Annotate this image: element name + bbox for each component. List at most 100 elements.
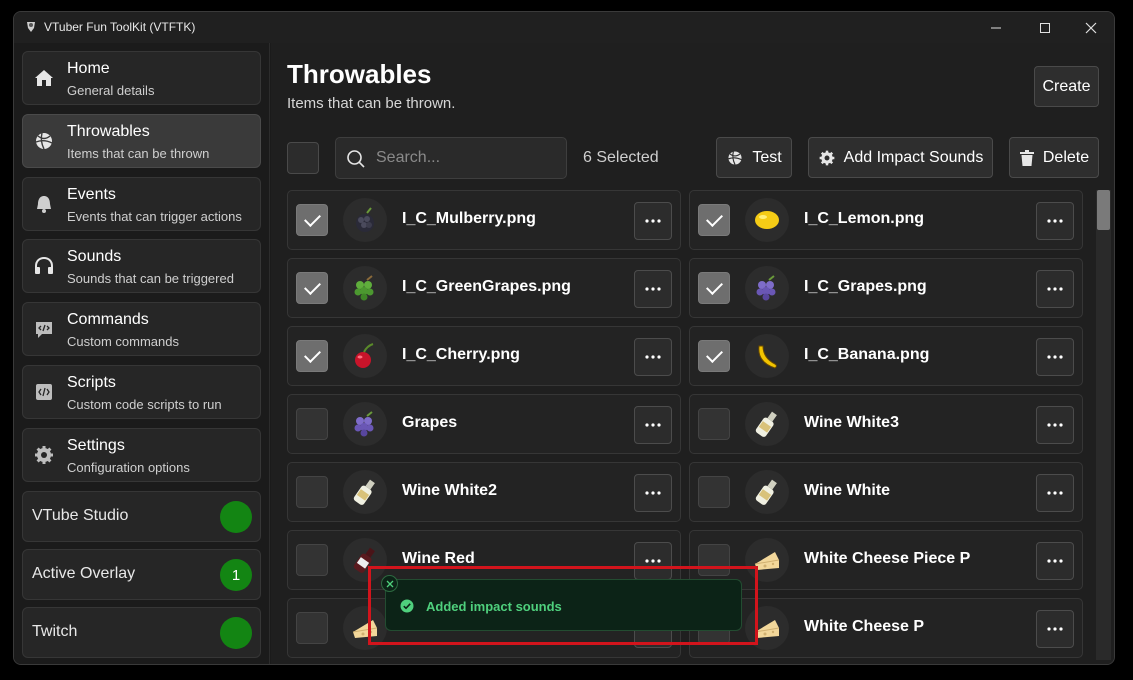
delete-button-label: Delete <box>1042 148 1090 166</box>
create-button[interactable]: Create <box>1034 66 1099 107</box>
more-options-button[interactable] <box>1036 202 1074 240</box>
item-thumbnail <box>745 470 789 514</box>
item-checkbox[interactable] <box>698 340 730 372</box>
close-window-button[interactable] <box>1068 12 1114 43</box>
throwable-card-wine-white3[interactable]: Wine White3 <box>689 394 1083 454</box>
window-title: VTuber Fun ToolKit (VTFTK) <box>44 20 196 34</box>
more-options-button[interactable] <box>1036 270 1074 308</box>
more-options-button[interactable] <box>1036 542 1074 580</box>
trash-icon <box>1019 149 1034 166</box>
headphones-icon <box>35 256 53 274</box>
item-checkbox[interactable] <box>698 204 730 236</box>
item-checkbox[interactable] <box>698 408 730 440</box>
sidebar-item-title: Throwables <box>67 123 150 140</box>
status-active-overlay[interactable]: Active Overlay 1 <box>22 549 261 600</box>
scrollbar[interactable] <box>1096 190 1111 660</box>
item-checkbox[interactable] <box>698 272 730 304</box>
sidebar-item-subtitle: General details <box>67 83 155 98</box>
scrollbar-thumb[interactable] <box>1097 190 1110 230</box>
item-checkbox[interactable] <box>296 544 328 576</box>
more-options-button[interactable] <box>634 270 672 308</box>
mulberry-icon <box>356 207 374 232</box>
item-thumbnail <box>745 402 789 446</box>
status-label: Active Overlay <box>32 565 136 582</box>
item-name: I_C_Grapes.png <box>804 278 927 295</box>
sidebar-item-scripts[interactable]: Scripts Custom code scripts to run <box>22 365 261 419</box>
sidebar-item-settings[interactable]: Settings Configuration options <box>22 428 261 482</box>
item-thumbnail <box>745 198 789 242</box>
wine-bottle-icon <box>353 479 375 505</box>
more-options-button[interactable] <box>1036 338 1074 376</box>
sidebar-item-subtitle: Items that can be thrown <box>67 146 210 161</box>
item-name: White Cheese P <box>804 618 925 635</box>
gear-icon <box>35 446 53 464</box>
more-options-button[interactable] <box>634 474 672 512</box>
search-icon <box>347 150 365 168</box>
sidebar-item-home[interactable]: Home General details <box>22 51 261 105</box>
item-checkbox[interactable] <box>296 204 328 236</box>
ellipsis-icon <box>1047 423 1063 427</box>
sidebar-item-subtitle: Sounds that can be triggered <box>67 271 234 286</box>
item-name: I_C_GreenGrapes.png <box>402 278 571 295</box>
status-vtube-studio[interactable]: VTube Studio <box>22 491 261 542</box>
item-name: Wine White2 <box>402 482 497 499</box>
minimize-button[interactable] <box>973 12 1019 43</box>
grapes-icon <box>756 275 776 301</box>
status-indicator <box>220 501 252 533</box>
ellipsis-icon <box>1047 219 1063 223</box>
item-checkbox[interactable] <box>296 408 328 440</box>
sidebar-item-sounds[interactable]: Sounds Sounds that can be triggered <box>22 239 261 293</box>
select-all-checkbox[interactable] <box>287 142 319 174</box>
status-label: Twitch <box>32 623 78 640</box>
throwable-card-grapes[interactable]: Grapes <box>287 394 681 454</box>
sidebar-item-title: Settings <box>67 437 125 454</box>
delete-button[interactable]: Delete <box>1009 137 1099 178</box>
title-bar: VTuber Fun ToolKit (VTFTK) <box>14 12 1114 43</box>
more-options-button[interactable] <box>1036 610 1074 648</box>
item-checkbox[interactable] <box>296 612 328 644</box>
throwable-card-i-c-banana-png[interactable]: I_C_Banana.png <box>689 326 1083 386</box>
cherry-icon <box>355 343 374 368</box>
throwable-card-i-c-mulberry-png[interactable]: I_C_Mulberry.png <box>287 190 681 250</box>
add-impact-sounds-label: Add Impact Sounds <box>843 148 984 166</box>
ellipsis-icon <box>645 355 661 359</box>
test-button-label: Test <box>752 148 782 166</box>
ellipsis-icon <box>645 287 661 291</box>
lemon-icon <box>755 211 779 229</box>
throwable-card-i-c-grapes-png[interactable]: I_C_Grapes.png <box>689 258 1083 318</box>
more-options-button[interactable] <box>634 406 672 444</box>
command-icon <box>36 322 52 338</box>
item-checkbox[interactable] <box>698 476 730 508</box>
item-name: Wine White3 <box>804 414 899 431</box>
status-twitch[interactable]: Twitch <box>22 607 261 658</box>
throwable-card-i-c-greengrapes-png[interactable]: I_C_GreenGrapes.png <box>287 258 681 318</box>
item-thumbnail <box>343 266 387 310</box>
throwable-card-wine-white2[interactable]: Wine White2 <box>287 462 681 522</box>
item-thumbnail <box>745 334 789 378</box>
sidebar-item-throwables[interactable]: Throwables Items that can be thrown <box>22 114 261 168</box>
gear-icon <box>819 150 835 165</box>
throwable-card-wine-white[interactable]: Wine White <box>689 462 1083 522</box>
item-checkbox[interactable] <box>296 272 328 304</box>
more-options-button[interactable] <box>634 338 672 376</box>
maximize-button[interactable] <box>1022 12 1068 43</box>
item-checkbox[interactable] <box>296 476 328 508</box>
sidebar-item-subtitle: Custom code scripts to run <box>67 397 222 412</box>
more-options-button[interactable] <box>634 202 672 240</box>
search-input[interactable] <box>376 146 556 170</box>
throwable-card-i-c-cherry-png[interactable]: I_C_Cherry.png <box>287 326 681 386</box>
test-button[interactable]: Test <box>716 137 792 178</box>
throwable-card-i-c-lemon-png[interactable]: I_C_Lemon.png <box>689 190 1083 250</box>
green-grapes-icon <box>354 275 374 301</box>
sidebar-item-events[interactable]: Events Events that can trigger actions <box>22 177 261 231</box>
more-options-button[interactable] <box>1036 406 1074 444</box>
search-box[interactable] <box>335 137 567 179</box>
sidebar-item-title: Home <box>67 60 110 77</box>
sidebar-item-commands[interactable]: Commands Custom commands <box>22 302 261 356</box>
add-impact-sounds-button[interactable]: Add Impact Sounds <box>808 137 993 178</box>
sidebar-item-subtitle: Custom commands <box>67 334 179 349</box>
item-thumbnail <box>343 334 387 378</box>
item-checkbox[interactable] <box>296 340 328 372</box>
more-options-button[interactable] <box>1036 474 1074 512</box>
home-icon <box>35 70 53 86</box>
